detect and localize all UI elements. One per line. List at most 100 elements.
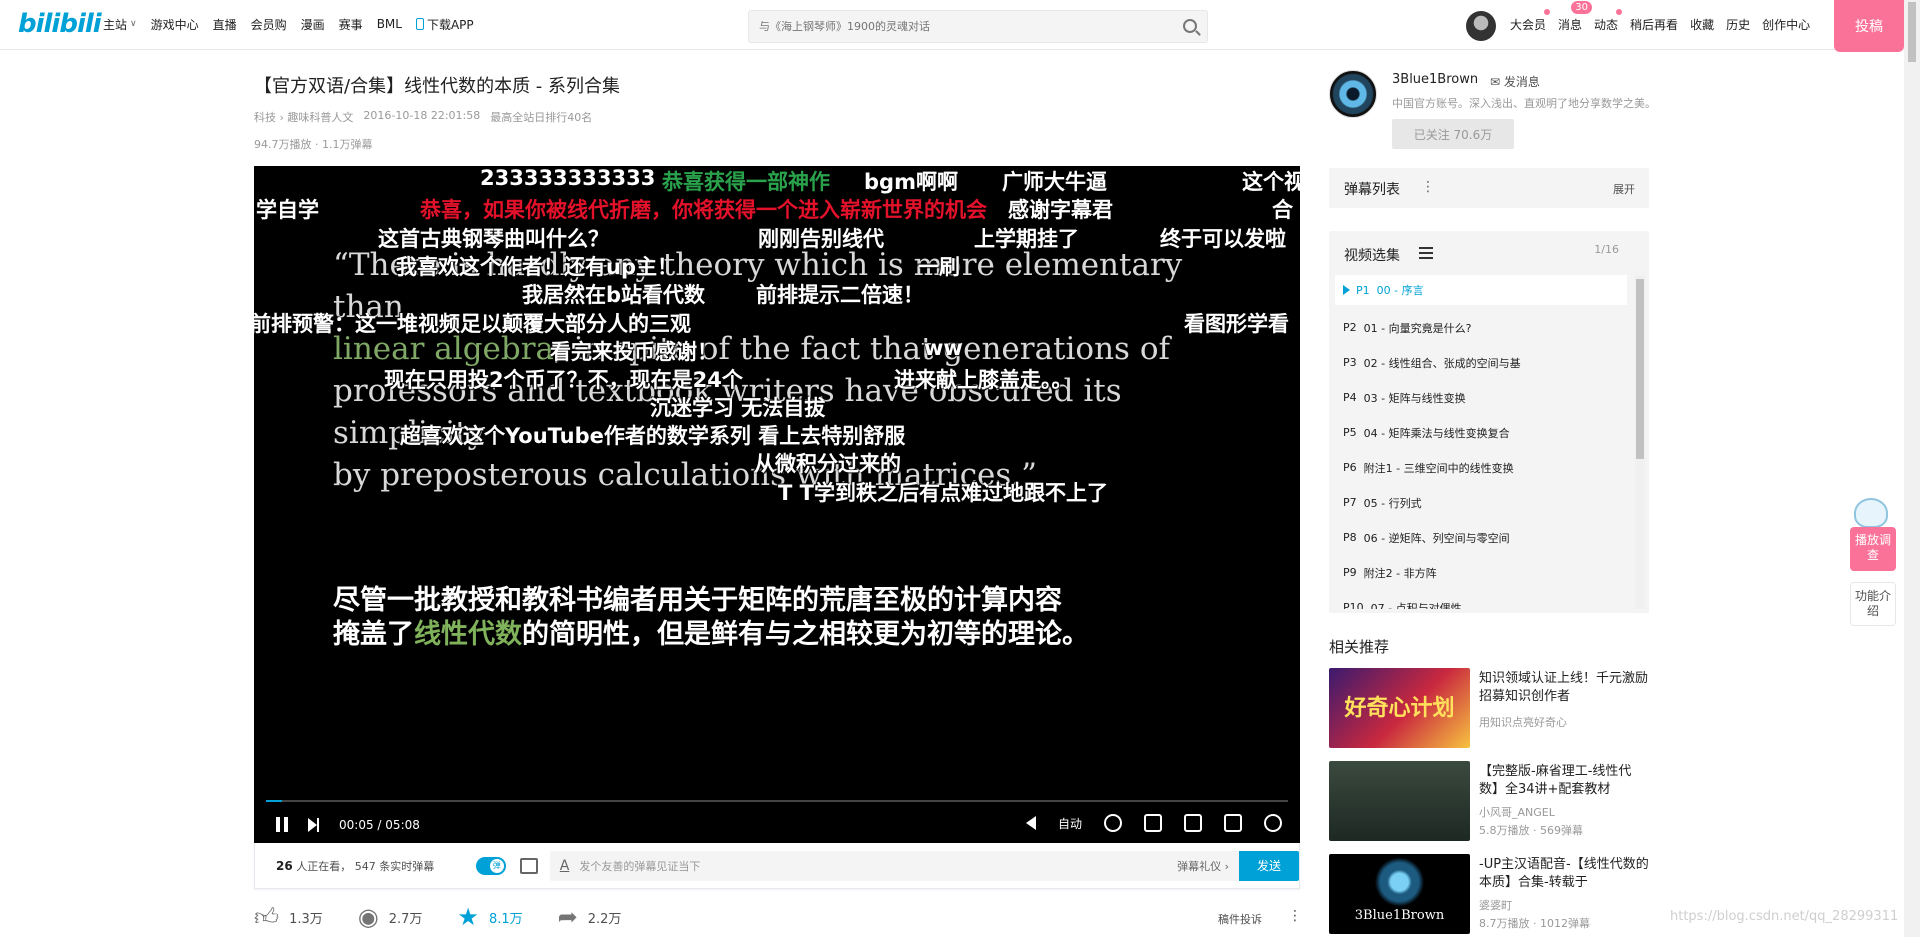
related-video-uploader[interactable]: 婆婆町 [1479, 897, 1512, 913]
danmaku-list-panel[interactable]: 弹幕列表 ⋮ 展开 [1329, 168, 1649, 208]
follow-button[interactable]: 已关注 70.6万 [1392, 119, 1514, 149]
related-video-uploader[interactable]: 用知识点亮好奇心 [1479, 714, 1567, 730]
playlist-count: 1/16 [1594, 243, 1619, 256]
playlist-scrollbar[interactable] [1635, 275, 1645, 609]
danmaku-item: 从微积分过来的 [754, 452, 901, 476]
report-link[interactable]: 稿件投诉 [1218, 911, 1262, 927]
upload-button[interactable]: 投稿 [1834, 0, 1904, 52]
playlist-item[interactable]: P7 05 - 行列式 [1335, 485, 1627, 520]
related-video-uploader[interactable]: 小风哥_ANGEL [1479, 804, 1555, 820]
volume-icon[interactable] [1025, 816, 1036, 830]
favorites-link[interactable]: 收藏 [1690, 16, 1714, 33]
send-message-link[interactable]: ✉ 发消息 [1490, 73, 1540, 90]
player-controls: 00:05 / 05:08 自动 [254, 806, 1300, 843]
nav-live[interactable]: 直播 [213, 16, 237, 33]
related-video-title[interactable]: -UP主汉语配音-【线性代数的本质】合集-转载于 [1479, 856, 1649, 892]
danmaku-etiquette-link[interactable]: 弹幕礼仪 › [1177, 858, 1229, 874]
video-thumbnail[interactable]: 好奇心计划 [1329, 668, 1470, 748]
creator-center-link[interactable]: 创作中心 [1762, 16, 1810, 33]
nav-game-center[interactable]: 游戏中心 [151, 16, 199, 33]
related-heading: 相关推荐 [1329, 638, 1390, 656]
watch-later-link[interactable]: 稍后再看 [1630, 16, 1678, 33]
history-link[interactable]: 历史 [1726, 16, 1750, 33]
favorite-button[interactable]: ★ 8.1万 [457, 905, 522, 929]
picture-in-picture-icon[interactable] [1184, 814, 1202, 832]
more-options-icon[interactable]: ⋮ [1421, 179, 1435, 195]
video-title: 【官方双语/合集】线性代数的本质 - 系列合集 [254, 76, 621, 97]
settings-icon[interactable] [1104, 814, 1122, 832]
dynamics-link[interactable]: 动态 [1594, 8, 1623, 33]
nav-manga[interactable]: 漫画 [301, 16, 325, 33]
bilibili-logo[interactable]: bilibili [18, 6, 102, 42]
widescreen-icon[interactable] [1224, 814, 1242, 832]
next-icon[interactable] [308, 817, 319, 832]
playlist-item[interactable]: P4 03 - 矩阵与线性变换 [1335, 380, 1627, 415]
playlist-item[interactable]: P5 04 - 矩阵乘法与线性变换复合 [1335, 415, 1627, 450]
danmaku-item: 看图形学看 [1184, 312, 1289, 336]
playlist-item[interactable]: P10 07 - 点积与对偶性 [1335, 590, 1627, 609]
play-survey-tab[interactable]: 播放调查 [1850, 527, 1896, 571]
nav-download-app[interactable]: 下载APP [415, 16, 474, 33]
phone-icon [415, 18, 424, 30]
nav-mall[interactable]: 会员购 [251, 16, 287, 33]
danmaku-item: 广师大牛逼 [1002, 170, 1107, 194]
playlist-item[interactable]: P6 附注1 - 三维空间中的线性变换 [1335, 450, 1627, 485]
danmaku-input[interactable]: A 发个友善的弹幕见证当下 弹幕礼仪 › [549, 850, 1240, 881]
video-player[interactable]: “There is hardly any theory which is mor… [254, 166, 1300, 843]
scrollbar-thumb[interactable] [1636, 279, 1644, 459]
related-video-title[interactable]: 知识领域认证上线！千元激励招募知识创作者 [1479, 670, 1649, 706]
feature-intro-tab[interactable]: 功能介绍 [1850, 582, 1896, 626]
like-button[interactable]: 👍︎ 1.3万 [254, 905, 323, 929]
uploader-name[interactable]: 3Blue1Brown [1392, 72, 1478, 87]
danmaku-item: 现在只用投2个币了？不，现在是24个 [384, 368, 743, 392]
send-danmaku-button[interactable]: 发送 [1239, 850, 1299, 881]
danmaku-item: T T学到秩之后有点难过地跟不上了 [778, 481, 1108, 505]
danmaku-item: 233333333333 [480, 166, 656, 190]
video-category[interactable]: 科技 › 趣味科普人文 [254, 109, 353, 125]
related-video-card[interactable]: 好奇心计划 知识领域认证上线！千元激励招募知识创作者 用知识点亮好奇心 [1329, 668, 1659, 748]
nav-bml[interactable]: BML [377, 17, 402, 31]
expand-link[interactable]: 展开 [1613, 181, 1635, 197]
user-avatar[interactable] [1466, 11, 1496, 41]
playlist-item[interactable]: P9 附注2 - 非方阵 [1335, 555, 1627, 590]
vip-link[interactable]: 大会员 [1510, 8, 1551, 33]
more-options-icon[interactable]: ⋮ [1288, 908, 1302, 924]
danmaku-item: ww [924, 336, 963, 360]
playlist-item[interactable]: P2 01 - 向量究竟是什么? [1335, 310, 1627, 345]
uploader-avatar[interactable] [1329, 70, 1377, 118]
video-thumbnail[interactable] [1329, 761, 1470, 841]
mail-icon: ✉ [1490, 75, 1501, 89]
pause-icon[interactable] [276, 817, 288, 832]
coin-button[interactable]: ◉ 2.7万 [358, 905, 423, 929]
video-rank[interactable]: 最高全站日排行40名 [490, 109, 592, 125]
related-video-card[interactable]: 【完整版-麻省理工-线性代数】全34讲+配套教材 小风哥_ANGEL 5.8万播… [1329, 761, 1659, 841]
related-video-title[interactable]: 【完整版-麻省理工-线性代数】全34讲+配套教材 [1479, 763, 1649, 799]
playlist-item[interactable]: P8 06 - 逆矩阵、列空间与零空间 [1335, 520, 1627, 555]
search-icon[interactable] [1183, 19, 1197, 33]
quality-selector[interactable]: 自动 [1058, 815, 1082, 832]
search-input[interactable] [749, 11, 1149, 42]
list-icon[interactable] [1419, 247, 1433, 259]
nav-main-site[interactable]: 主站 ∨ [103, 16, 137, 33]
share-button[interactable]: ➦ 2.2万 [558, 905, 622, 929]
progress-fill [266, 800, 283, 802]
coin-icon: ◉ [357, 903, 379, 931]
danmaku-item: 终于可以发啦 [1160, 227, 1286, 251]
playlist-item[interactable]: P3 02 - 线性组合、张成的空间与基 [1335, 345, 1627, 380]
danmaku-settings-icon[interactable] [519, 857, 538, 874]
user-menu: 大会员 消息 30 动态 稍后再看 收藏 历史 创作中心 [1510, 0, 1822, 48]
page-scrollbar[interactable] [1904, 0, 1920, 937]
nav-esports[interactable]: 赛事 [339, 16, 363, 33]
font-style-icon[interactable]: A [560, 858, 570, 874]
video-thumbnail[interactable]: 3Blue1Brown [1329, 854, 1470, 934]
danmaku-switch[interactable] [475, 856, 506, 875]
progress-bar[interactable] [266, 800, 1288, 802]
danmaku-toggle-icon[interactable] [1144, 814, 1162, 832]
related-video-card[interactable]: 3Blue1Brown -UP主汉语配音-【线性代数的本质】合集-转载于 婆婆町… [1329, 854, 1659, 934]
messages-link[interactable]: 消息 30 [1558, 0, 1593, 33]
star-icon: ★ [457, 903, 479, 931]
fullscreen-icon[interactable] [1264, 814, 1282, 832]
messages-badge: 30 [1571, 0, 1593, 14]
danmaku-item: 我居然在b站看代数 [522, 283, 706, 307]
playlist-item[interactable]: P1 00 - 序言 [1335, 275, 1627, 305]
